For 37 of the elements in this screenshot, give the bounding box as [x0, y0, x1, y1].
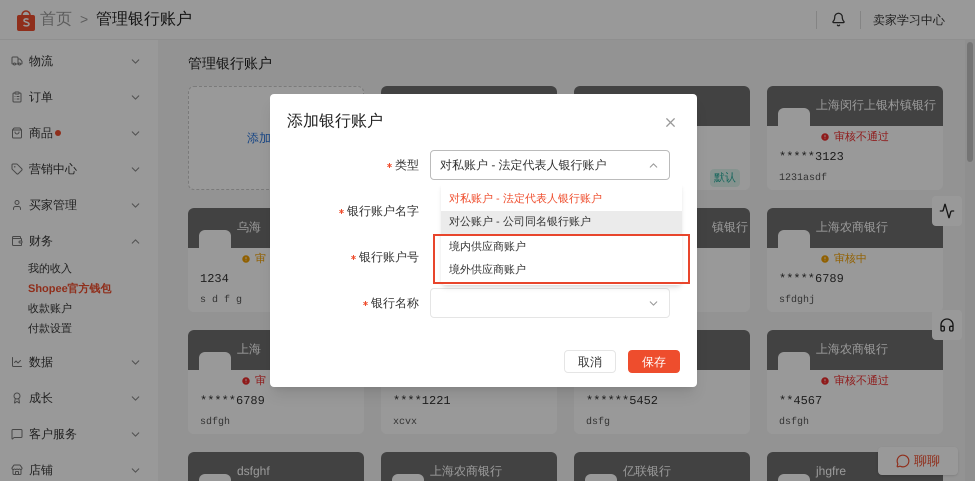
bank-name: 乌海	[237, 220, 261, 234]
account-note: sdfgh	[200, 416, 230, 430]
bank-name: 上海闵行上银村镇银行	[816, 98, 936, 112]
bank-name: dsfghf	[237, 464, 270, 478]
field-label: 银行账户名字	[347, 203, 419, 220]
account-number: ****1221	[393, 393, 451, 410]
bank-name: 上海农商银行	[816, 220, 888, 234]
account-number: **4567	[779, 393, 822, 410]
review-status: 审	[255, 374, 266, 389]
page-title: 管理银行账户	[188, 54, 273, 73]
account-note: 1231asdf	[779, 172, 828, 186]
bank-name: jhgfre	[816, 464, 846, 478]
bank-name: 亿联银行	[623, 464, 671, 478]
bank-name: 上海农商银行	[816, 342, 888, 356]
account-number: *****6789	[200, 393, 265, 410]
account-number: *****3123	[779, 149, 844, 166]
account-note: dsfg	[586, 416, 610, 430]
account-note: dsfgh	[779, 416, 810, 430]
review-status: 审	[255, 252, 266, 267]
review-status: 审核不通过	[834, 130, 889, 145]
dialog-title: 添加银行账户	[287, 112, 383, 132]
field-label: 银行名称	[371, 295, 419, 312]
review-status: 审核中	[834, 252, 867, 267]
default-tag: 默认	[710, 168, 740, 188]
account-number: *****6789	[779, 271, 844, 288]
account-number: 1234	[200, 271, 229, 288]
account-note: xcvx	[393, 416, 418, 430]
review-status: 审核不通过	[834, 374, 889, 389]
field-label: 银行账户号	[359, 249, 419, 266]
bank-name: 上海	[237, 342, 261, 356]
bank-name: 上海农商银行	[430, 464, 502, 478]
account-note: s d f g	[200, 294, 242, 308]
account-note: sfdghj	[779, 294, 816, 308]
field-label: 类型	[395, 157, 419, 174]
breadcrumb-separator: >	[80, 10, 88, 29]
bank-name: 镇银行	[712, 220, 748, 234]
account-number: ******5452	[586, 393, 658, 410]
